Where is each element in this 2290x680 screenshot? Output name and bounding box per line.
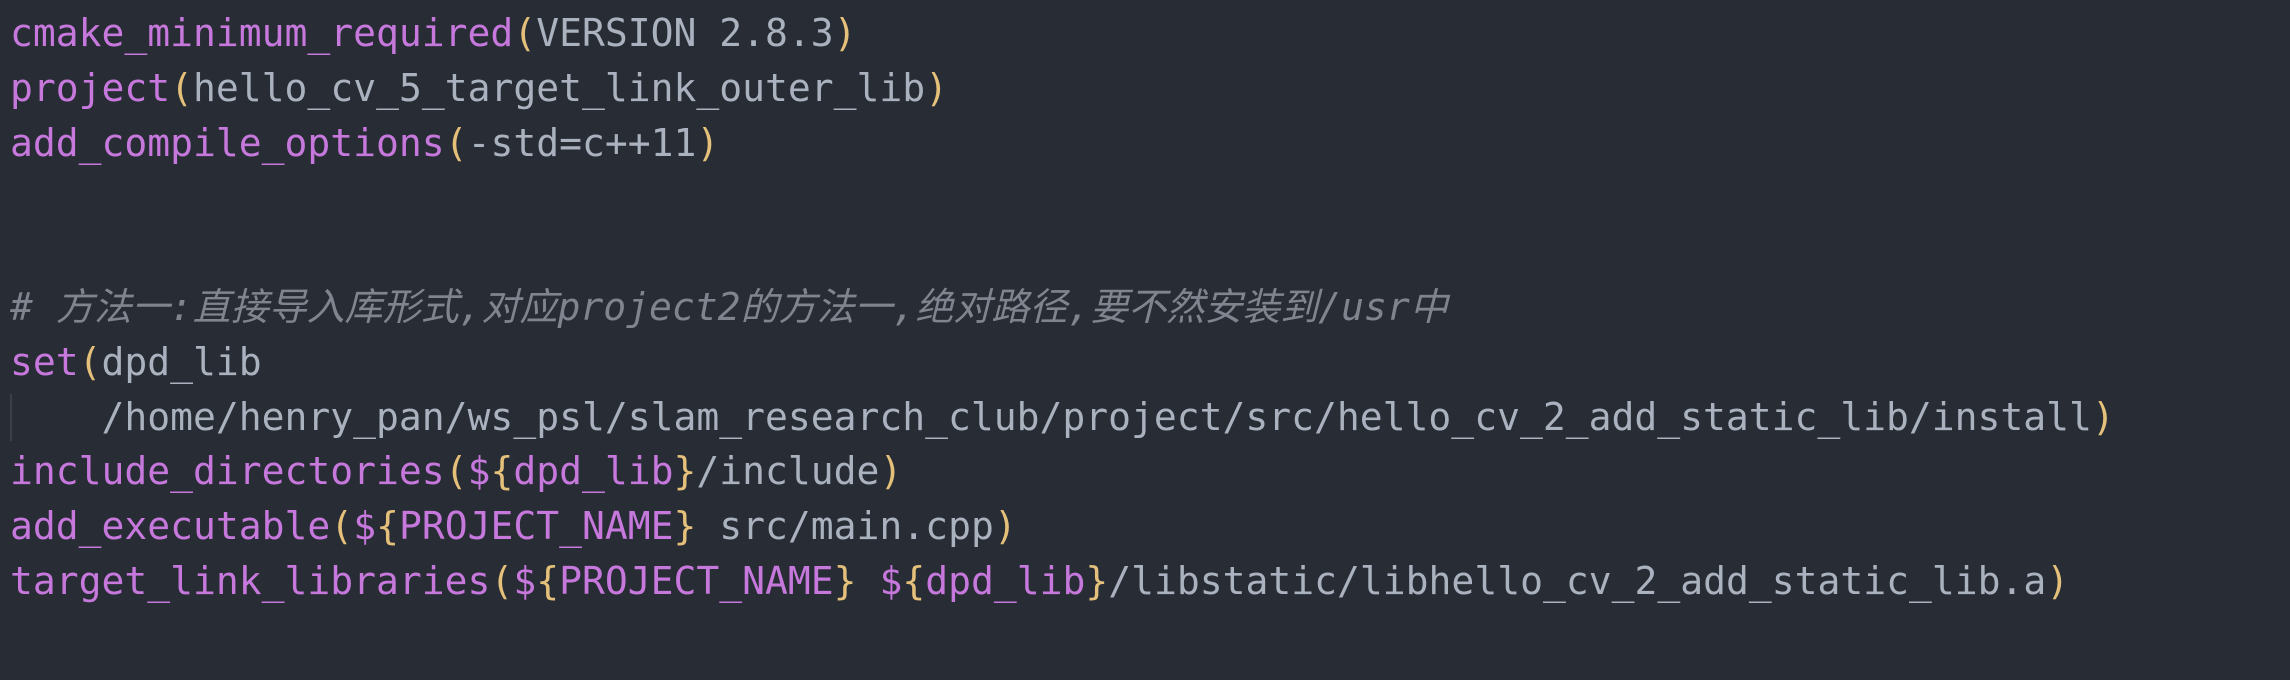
close-paren: ) <box>879 449 903 494</box>
code-line-2[interactable]: project(hello_cv_5_target_link_outer_lib… <box>10 61 2290 116</box>
cmake-argument: /home/henry_pan/ws_psl/slam_research_clu… <box>10 394 2092 439</box>
variable-ref: PROJECT_NAME <box>559 558 834 603</box>
dollar-sign: $ <box>353 504 377 549</box>
cmake-argument: /libstatic/libhello_cv_2_add_static_lib.… <box>1108 558 2047 603</box>
cmake-function: include_directories <box>10 449 445 494</box>
close-paren: ) <box>925 65 949 110</box>
variable-ref: dpd_lib <box>513 449 674 494</box>
code-editor[interactable]: cmake_minimum_required(VERSION 2.8.3) pr… <box>0 0 2290 680</box>
close-paren: ) <box>2091 394 2115 439</box>
code-comment: # 方法一:直接导入库形式,对应project2的方法一,绝对路径,要不然安装到… <box>10 284 1448 329</box>
code-line-4-empty[interactable] <box>10 170 2290 225</box>
close-brace: } <box>673 504 697 549</box>
dollar-sign: $ <box>467 449 491 494</box>
code-line-8[interactable]: /home/henry_pan/ws_psl/slam_research_clu… <box>10 390 2290 445</box>
code-line-7[interactable]: set(dpd_lib <box>10 335 2290 390</box>
open-paren: ( <box>513 11 537 55</box>
open-paren: ( <box>330 504 354 549</box>
code-line-5-empty[interactable] <box>10 225 2290 280</box>
open-brace: { <box>902 558 926 603</box>
open-brace: { <box>490 449 514 494</box>
close-paren: ) <box>833 11 857 55</box>
code-line-11[interactable]: target_link_libraries(${PROJECT_NAME} ${… <box>10 554 2290 609</box>
dollar-sign: $ <box>879 558 903 603</box>
code-line-10[interactable]: add_executable(${PROJECT_NAME} src/main.… <box>10 499 2290 554</box>
cmake-function: set <box>10 339 79 384</box>
dollar-sign: $ <box>513 558 537 603</box>
close-paren: ) <box>2046 558 2070 603</box>
cmake-function: add_executable <box>10 504 331 549</box>
open-paren: ( <box>78 339 102 384</box>
code-line-1[interactable]: cmake_minimum_required(VERSION 2.8.3) <box>10 6 2290 61</box>
open-paren: ( <box>170 65 194 110</box>
cmake-argument: dpd_lib <box>101 339 262 384</box>
open-paren: ( <box>490 558 514 603</box>
cmake-argument: /include <box>696 449 880 494</box>
close-brace: } <box>1085 558 1109 603</box>
cmake-function: target_link_libraries <box>10 558 491 603</box>
close-brace: } <box>673 449 697 494</box>
code-line-9[interactable]: include_directories(${dpd_lib}/include) <box>10 444 2290 499</box>
open-paren: ( <box>444 449 468 494</box>
close-paren: ) <box>696 120 720 165</box>
cmake-function: cmake_minimum_required <box>10 11 514 55</box>
open-brace: { <box>376 504 399 549</box>
variable-ref: dpd_lib <box>925 558 1086 603</box>
cmake-argument: VERSION 2.8.3 <box>536 11 834 55</box>
open-brace: { <box>536 558 560 603</box>
cmake-argument: -std=c++11 <box>467 120 697 165</box>
close-paren: ) <box>993 504 1017 549</box>
cmake-function: add_compile_options <box>10 120 445 165</box>
code-line-6[interactable]: # 方法一:直接导入库形式,对应project2的方法一,绝对路径,要不然安装到… <box>10 280 2290 335</box>
close-brace: } <box>833 558 857 603</box>
indent-guide <box>10 393 12 441</box>
code-line-3[interactable]: add_compile_options(-std=c++11) <box>10 116 2290 171</box>
open-paren: ( <box>444 120 468 165</box>
cmake-argument: hello_cv_5_target_link_outer_lib <box>193 65 926 110</box>
cmake-function: project <box>10 65 171 110</box>
cmake-argument: src/main.cpp <box>696 504 994 549</box>
variable-ref: PROJECT_NAME <box>398 504 674 549</box>
